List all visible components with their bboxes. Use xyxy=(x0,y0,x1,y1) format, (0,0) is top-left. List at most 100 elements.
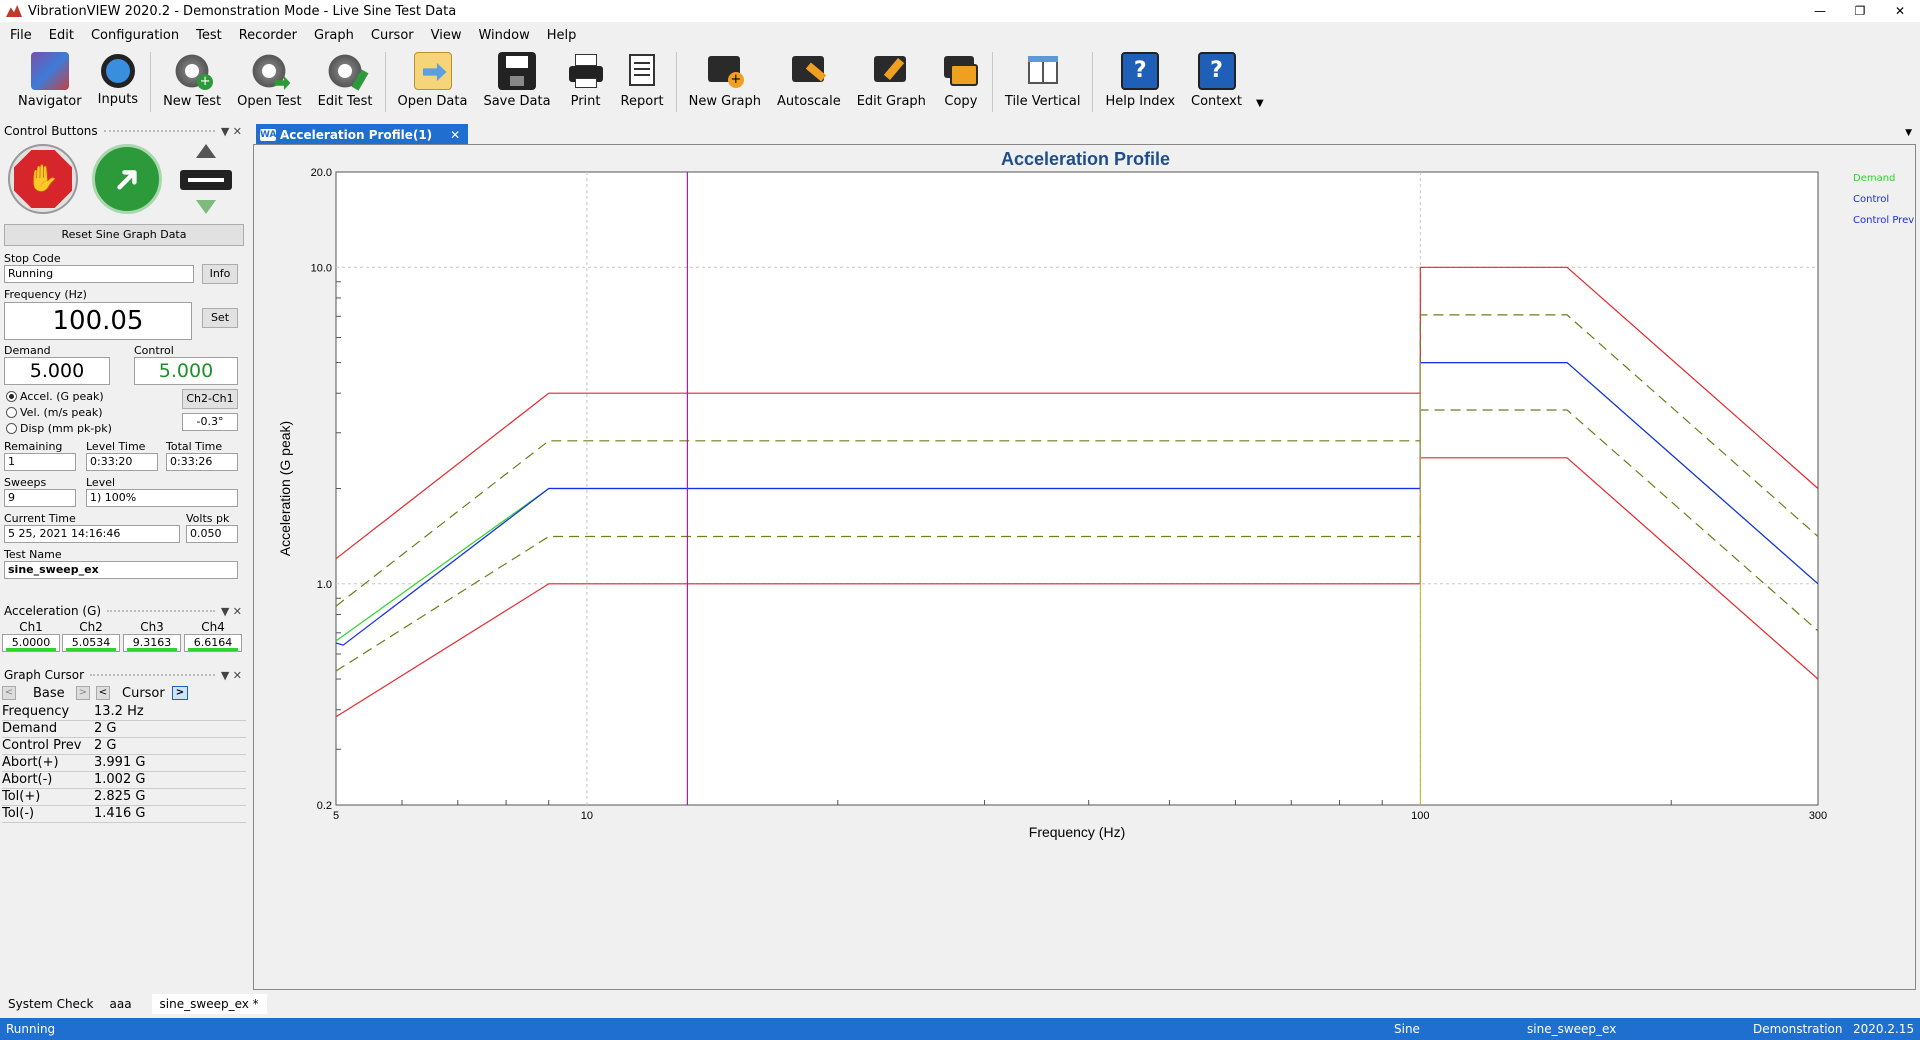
tab-acceleration-profile[interactable]: WA Acceleration Profile(1) ✕ xyxy=(256,124,469,144)
go-arrow-icon: ➜ xyxy=(101,153,153,205)
row-key: Control Prev xyxy=(2,738,82,753)
help-index-button[interactable]: ? Help Index xyxy=(1097,48,1183,114)
save-data-button[interactable]: Save Data xyxy=(475,48,558,114)
total-time-field: 0:33:26 xyxy=(166,453,238,471)
status-text: Running xyxy=(6,1022,56,1036)
phase-value: -0.3° xyxy=(182,413,238,431)
tab-system-check[interactable]: System Check xyxy=(0,994,101,1014)
disp-radio[interactable]: Disp (mm pk-pk) xyxy=(6,422,112,435)
cursor-prev-button[interactable]: < xyxy=(96,686,110,700)
level-reset-button[interactable] xyxy=(180,170,232,190)
graph-cursor-title: Graph Cursor xyxy=(4,668,85,682)
copy-button[interactable]: Copy xyxy=(934,48,988,114)
level-down-icon[interactable] xyxy=(196,200,216,214)
table-row: Tol(+) 2.825 G xyxy=(2,789,246,806)
save-data-label: Save Data xyxy=(483,94,551,109)
context-help-button[interactable]: ? Context xyxy=(1183,48,1250,114)
restore-button[interactable]: ❐ xyxy=(1840,0,1880,22)
new-test-button[interactable]: + New Test xyxy=(155,48,229,114)
legend-control[interactable]: Control xyxy=(1853,194,1915,215)
menu-cursor[interactable]: Cursor xyxy=(371,28,414,43)
vel-radio[interactable]: Vel. (m/s peak) xyxy=(6,406,103,419)
row-value: 1.002 G xyxy=(94,772,146,787)
menu-file[interactable]: File xyxy=(10,28,32,43)
menu-help[interactable]: Help xyxy=(547,28,577,43)
acceleration-header: Acceleration (G) ▼ ✕ xyxy=(0,602,248,620)
base-prev-button[interactable]: < xyxy=(2,686,16,700)
help-index-label: Help Index xyxy=(1105,94,1176,109)
panel-menu-icon[interactable]: ▼ ✕ xyxy=(221,605,242,618)
y-tick-label: 0.2 xyxy=(317,800,332,812)
set-frequency-button[interactable]: Set xyxy=(202,308,238,328)
graph-plus-icon: + xyxy=(706,52,744,90)
stop-button[interactable]: ✋ xyxy=(8,144,78,214)
menu-window[interactable]: Window xyxy=(478,28,529,43)
frequency-label: Frequency (Hz) xyxy=(4,288,87,301)
copy-label: Copy xyxy=(944,94,978,109)
tab-list-dropdown-icon[interactable]: ▼ xyxy=(1905,128,1912,138)
acceleration-title: Acceleration (G) xyxy=(4,604,102,618)
table-row: Tol(-) 1.416 G xyxy=(2,806,246,823)
channel-name: Ch1 xyxy=(19,620,43,634)
tab-close-icon[interactable]: ✕ xyxy=(450,128,460,142)
demand-label: Demand xyxy=(4,344,51,357)
menu-recorder[interactable]: Recorder xyxy=(239,28,297,43)
y-axis-label: Acceleration (G peak) xyxy=(277,421,293,556)
level-up-icon[interactable] xyxy=(196,144,216,158)
navigator-label: Navigator xyxy=(18,94,82,109)
report-button[interactable]: Report xyxy=(613,48,672,114)
status-mode: Demonstration xyxy=(1753,1022,1843,1036)
menu-view[interactable]: View xyxy=(431,28,462,43)
context-label: Context xyxy=(1191,94,1242,109)
close-button[interactable]: ✕ xyxy=(1880,0,1920,22)
menu-configuration[interactable]: Configuration xyxy=(91,28,179,43)
help-book-icon: ? xyxy=(1121,52,1160,90)
tile-vertical-button[interactable]: Tile Vertical xyxy=(997,48,1089,114)
info-button[interactable]: Info xyxy=(202,264,238,284)
open-test-button[interactable]: Open Test xyxy=(229,48,309,114)
base-next-button[interactable]: > xyxy=(76,686,90,700)
inputs-button[interactable]: Inputs xyxy=(90,48,146,114)
print-button[interactable]: Print xyxy=(559,48,613,114)
edit-graph-button[interactable]: Edit Graph xyxy=(849,48,934,114)
waveform-icon: WA xyxy=(260,129,277,141)
tab-sine-sweep-ex[interactable]: sine_sweep_ex * xyxy=(151,994,267,1014)
tab-aaa[interactable]: aaa xyxy=(101,994,139,1014)
header-grip xyxy=(107,610,215,612)
channel-name: Ch4 xyxy=(201,620,225,634)
legend-control-prev[interactable]: Control Prev xyxy=(1853,215,1915,236)
panel-menu-icon[interactable]: ▼ ✕ xyxy=(221,125,242,138)
control-buttons-header: Control Buttons ▼ ✕ xyxy=(0,122,248,140)
accel-radio[interactable]: Accel. (G peak) xyxy=(6,390,104,403)
app-logo-icon xyxy=(6,5,22,17)
toolbar-overflow-icon[interactable]: ▼ xyxy=(1256,98,1264,109)
floppy-save-icon xyxy=(498,52,536,90)
start-button[interactable]: ➜ xyxy=(92,144,162,214)
gear-arrow-icon xyxy=(250,52,291,90)
legend-demand[interactable]: Demand xyxy=(1853,173,1915,194)
menu-test[interactable]: Test xyxy=(196,28,222,43)
menu-edit[interactable]: Edit xyxy=(49,28,74,43)
tab-title: Acceleration Profile(1) xyxy=(280,128,433,142)
cursor-next-button[interactable]: > xyxy=(172,686,188,700)
tile-vertical-icon xyxy=(1024,52,1062,90)
edit-graph-label: Edit Graph xyxy=(856,94,926,109)
channel-readout: Ch4 6.6164 xyxy=(184,620,242,660)
reset-sine-graph-button[interactable]: Reset Sine Graph Data xyxy=(4,224,244,246)
panel-menu-icon[interactable]: ▼ ✕ xyxy=(221,669,242,682)
title-bar: VibrationVIEW 2020.2 - Demonstration Mod… xyxy=(0,0,1920,22)
acceleration-chart[interactable]: 5 10 100 300 20.0 10.0 1.0 0.2 Frequency (Hz) A… xyxy=(254,145,1850,991)
new-graph-button[interactable]: + New Graph xyxy=(681,48,769,114)
phase-channel-button[interactable]: Ch2-Ch1 xyxy=(182,389,238,409)
edit-test-button[interactable]: Edit Test xyxy=(310,48,381,114)
minimize-button[interactable]: — xyxy=(1800,0,1840,22)
level-time-label: Level Time xyxy=(86,440,146,453)
channel-readout: Ch3 9.3163 xyxy=(123,620,181,660)
graph-window: Acceleration Profile Demand Control Cont… xyxy=(253,144,1916,990)
menu-graph[interactable]: Graph xyxy=(314,28,354,43)
autoscale-button[interactable]: Autoscale xyxy=(769,48,849,114)
toolbar-separator xyxy=(991,52,993,112)
navigator-button[interactable]: Navigator xyxy=(10,48,90,114)
print-label: Print xyxy=(570,94,601,109)
open-data-button[interactable]: Open Data xyxy=(390,48,476,114)
